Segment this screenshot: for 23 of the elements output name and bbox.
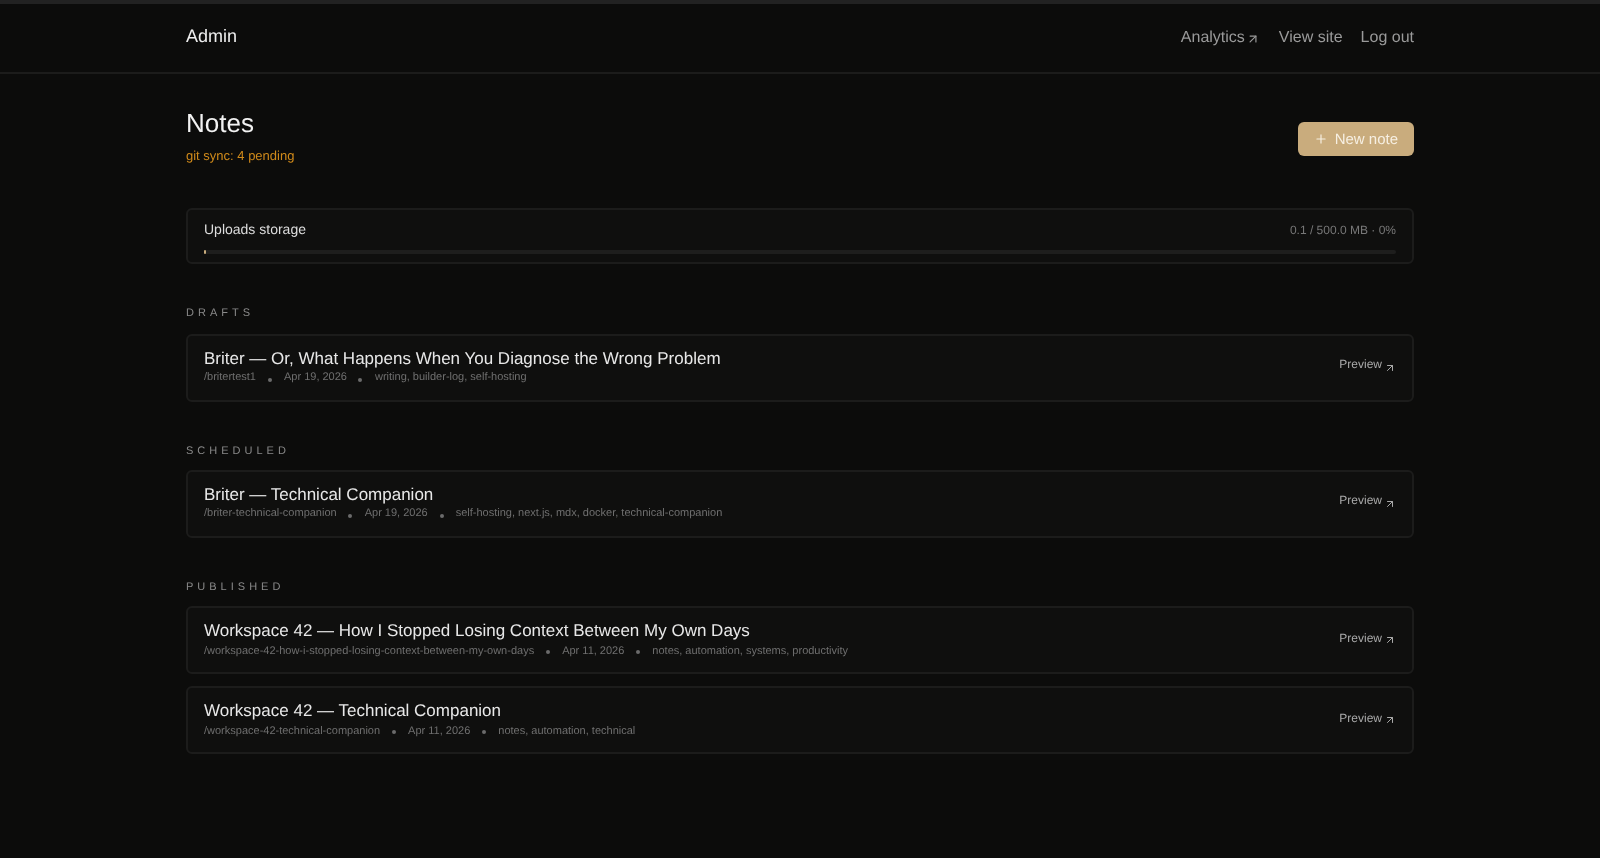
dot-separator-icon bbox=[546, 650, 551, 655]
external-link-icon bbox=[1384, 497, 1396, 510]
dot-separator-icon bbox=[392, 730, 397, 735]
dot-separator-icon bbox=[482, 730, 487, 735]
plus-icon bbox=[1314, 131, 1329, 146]
note-title: Briter — Technical Companion bbox=[204, 485, 436, 503]
page-title: Notes bbox=[186, 110, 256, 136]
nav-link[interactable]: Log out bbox=[1360, 26, 1414, 50]
nav-link[interactable]: Analytics bbox=[1180, 26, 1261, 50]
external-link-icon bbox=[1384, 714, 1396, 726]
nav-link[interactable]: View site bbox=[1278, 26, 1343, 50]
dot-separator-icon bbox=[358, 377, 363, 382]
dot-separator-icon bbox=[439, 514, 444, 518]
dot-separator-icon bbox=[636, 650, 641, 655]
site-title: Admin bbox=[186, 24, 238, 51]
note-title: Workspace 42 — How I Stopped Losing Context Between My Own Days bbox=[204, 622, 752, 639]
external-link-icon bbox=[1246, 31, 1261, 45]
external-link-icon bbox=[1384, 361, 1396, 373]
dot-separator-icon bbox=[348, 514, 353, 518]
external-link-icon bbox=[1384, 634, 1396, 646]
dot-separator-icon bbox=[267, 377, 272, 382]
note-title: Workspace 42 — Technical Companion bbox=[204, 702, 504, 719]
note-title: Briter — Or, What Happens When You Diagnose the Wrong Problem bbox=[204, 349, 721, 366]
